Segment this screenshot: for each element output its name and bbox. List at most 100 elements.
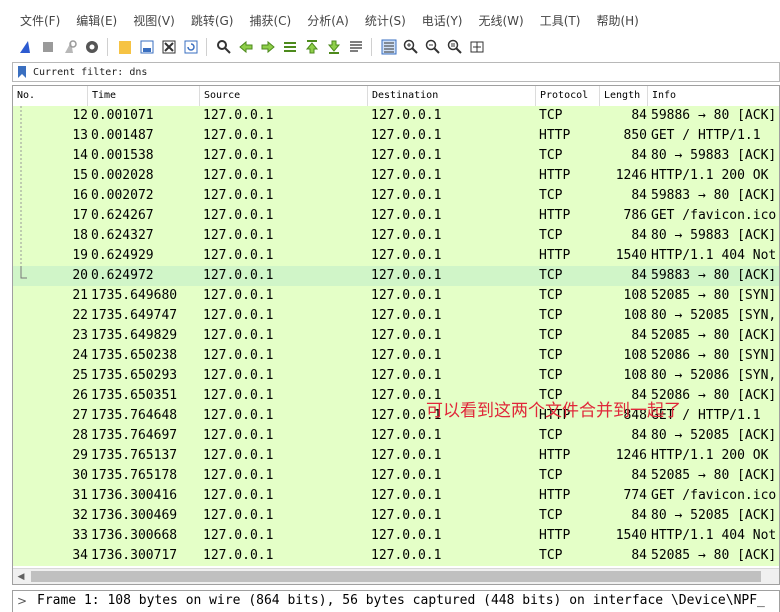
shark-fin-start-icon[interactable] [16,37,36,57]
cell-time: 1735.649829 [91,328,178,343]
go-back-icon[interactable] [236,37,256,57]
go-to-packet-icon[interactable] [280,37,300,57]
cell-destination: 127.0.0.1 [371,488,442,503]
column-header-info[interactable]: Info [648,86,779,106]
save-file-icon[interactable] [137,37,157,57]
cell-source: 127.0.0.1 [203,428,274,443]
table-row[interactable]: 32 1736.300469 127.0.0.1 127.0.0.1 TCP 84 80 →… [13,506,779,526]
table-row[interactable]: 13 0.001487 127.0.0.1 127.0.0.1 HTTP 850 GET /… [13,126,779,146]
cell-protocol: HTTP [539,168,571,183]
table-row[interactable]: 24 1735.650238 127.0.0.1 127.0.0.1 TCP 108 520… [13,346,779,366]
cell-length: 84 [631,228,647,243]
stop-icon[interactable] [38,37,58,57]
table-row[interactable]: 30 1735.765178 127.0.0.1 127.0.0.1 TCP 84 5208… [13,466,779,486]
horizontal-scrollbar[interactable]: ◀ [13,568,779,584]
go-forward-icon[interactable] [258,37,278,57]
table-row[interactable]: 18 0.624327 127.0.0.1 127.0.0.1 TCP 84 80 → 59… [13,226,779,246]
table-row[interactable]: 14 0.001538 127.0.0.1 127.0.0.1 TCP 84 80 → 59… [13,146,779,166]
cell-time: 1735.649680 [91,288,178,303]
cell-destination: 127.0.0.1 [371,228,442,243]
cell-destination: 127.0.0.1 [371,448,442,463]
column-header-protocol[interactable]: Protocol [536,86,600,106]
frame-summary[interactable]: Frame 1: 108 bytes on wire (864 bits), 5… [37,593,765,608]
cell-no: 33 [72,528,88,543]
packet-list[interactable]: No. Time Source Destination Protocol Len… [12,85,780,585]
table-row[interactable]: 12 0.001071 127.0.0.1 127.0.0.1 TCP 84 59886 →… [13,106,779,126]
cell-time: 0.001538 [91,148,154,163]
table-row[interactable]: 20 0.624972 127.0.0.1 127.0.0.1 TCP 84 59883 →… [13,266,779,286]
table-row[interactable]: 22 1735.649747 127.0.0.1 127.0.0.1 TCP 108 80 … [13,306,779,326]
cell-protocol: TCP [539,108,563,123]
table-row[interactable]: 21 1735.649680 127.0.0.1 127.0.0.1 TCP 108 520… [13,286,779,306]
cell-no: 21 [72,288,88,303]
scrollbar-thumb[interactable] [31,571,761,582]
cell-destination: 127.0.0.1 [371,128,442,143]
cell-protocol: HTTP [539,528,571,543]
auto-scroll-icon[interactable] [346,37,366,57]
column-header-length[interactable]: Length [600,86,648,106]
cell-length: 84 [631,508,647,523]
cell-time: 1735.764697 [91,428,178,443]
cell-no: 19 [72,248,88,263]
cell-length: 774 [623,488,647,503]
cell-source: 127.0.0.1 [203,148,274,163]
column-header-destination[interactable]: Destination [368,86,536,106]
cell-time: 1735.765178 [91,468,178,483]
expand-arrow-icon[interactable]: > [17,594,27,608]
colorize-icon[interactable] [379,37,399,57]
table-row[interactable]: 34 1736.300717 127.0.0.1 127.0.0.1 TCP 84 5208… [13,546,779,566]
filter-bar[interactable]: Current filter: dns [12,62,780,82]
table-row[interactable]: 16 0.002072 127.0.0.1 127.0.0.1 TCP 84 59883 →… [13,186,779,206]
column-header-time[interactable]: Time [88,86,200,106]
table-row[interactable]: 29 1735.765137 127.0.0.1 127.0.0.1 HTTP 1246 H… [13,446,779,466]
cell-length: 1246 [615,168,647,183]
cell-destination: 127.0.0.1 [371,528,442,543]
zoom-normal-icon[interactable] [445,37,465,57]
cell-protocol: TCP [539,188,563,203]
restart-icon[interactable] [60,37,80,57]
cell-source: 127.0.0.1 [203,548,274,563]
cell-protocol: TCP [539,328,563,343]
cell-destination: 127.0.0.1 [371,248,442,263]
cell-time: 0.624267 [91,208,154,223]
column-header-source[interactable]: Source [200,86,368,106]
cell-source: 127.0.0.1 [203,348,274,363]
resize-columns-icon[interactable] [467,37,487,57]
zoom-in-icon[interactable] [401,37,421,57]
table-row[interactable]: 25 1735.650293 127.0.0.1 127.0.0.1 TCP 108 80 … [13,366,779,386]
table-row[interactable]: 28 1735.764697 127.0.0.1 127.0.0.1 TCP 84 80 →… [13,426,779,446]
reload-icon[interactable] [181,37,201,57]
cell-source: 127.0.0.1 [203,168,274,183]
cell-destination: 127.0.0.1 [371,268,442,283]
open-file-icon[interactable] [115,37,135,57]
table-row[interactable]: 31 1736.300416 127.0.0.1 127.0.0.1 HTTP 774 GE… [13,486,779,506]
cell-protocol: TCP [539,548,563,563]
find-packet-icon[interactable] [214,37,234,57]
cell-info: 59883 → 80 [ACK] [651,188,777,203]
cell-destination: 127.0.0.1 [371,368,442,383]
cell-no: 25 [72,368,88,383]
column-header-no[interactable]: No. [13,86,88,106]
cell-no: 27 [72,408,88,423]
capture-options-icon[interactable] [82,37,102,57]
bookmark-icon[interactable] [15,64,29,80]
table-row[interactable]: 33 1736.300668 127.0.0.1 127.0.0.1 HTTP 1540 H… [13,526,779,546]
close-file-icon[interactable] [159,37,179,57]
table-row[interactable]: 19 0.624929 127.0.0.1 127.0.0.1 HTTP 1540 HTTP… [13,246,779,266]
cell-no: 30 [72,468,88,483]
cell-length: 84 [631,468,647,483]
main-toolbar [0,34,780,60]
cell-protocol: HTTP [539,448,571,463]
zoom-out-icon[interactable] [423,37,443,57]
packet-list-header: No. Time Source Destination Protocol Len… [13,86,779,107]
packet-details-pane[interactable]: > Frame 1: 108 bytes on wire (864 bits),… [12,590,780,612]
scroll-left-arrow-icon[interactable]: ◀ [13,569,29,584]
go-first-icon[interactable] [302,37,322,57]
cell-source: 127.0.0.1 [203,288,274,303]
table-row[interactable]: 17 0.624267 127.0.0.1 127.0.0.1 HTTP 786 GET /… [13,206,779,226]
cell-length: 108 [623,348,647,363]
table-row[interactable]: 23 1735.649829 127.0.0.1 127.0.0.1 TCP 84 5208… [13,326,779,346]
go-last-icon[interactable] [324,37,344,57]
cell-info: 80 → 52085 [ACK] [651,428,777,443]
table-row[interactable]: 15 0.002028 127.0.0.1 127.0.0.1 HTTP 1246 HTTP… [13,166,779,186]
